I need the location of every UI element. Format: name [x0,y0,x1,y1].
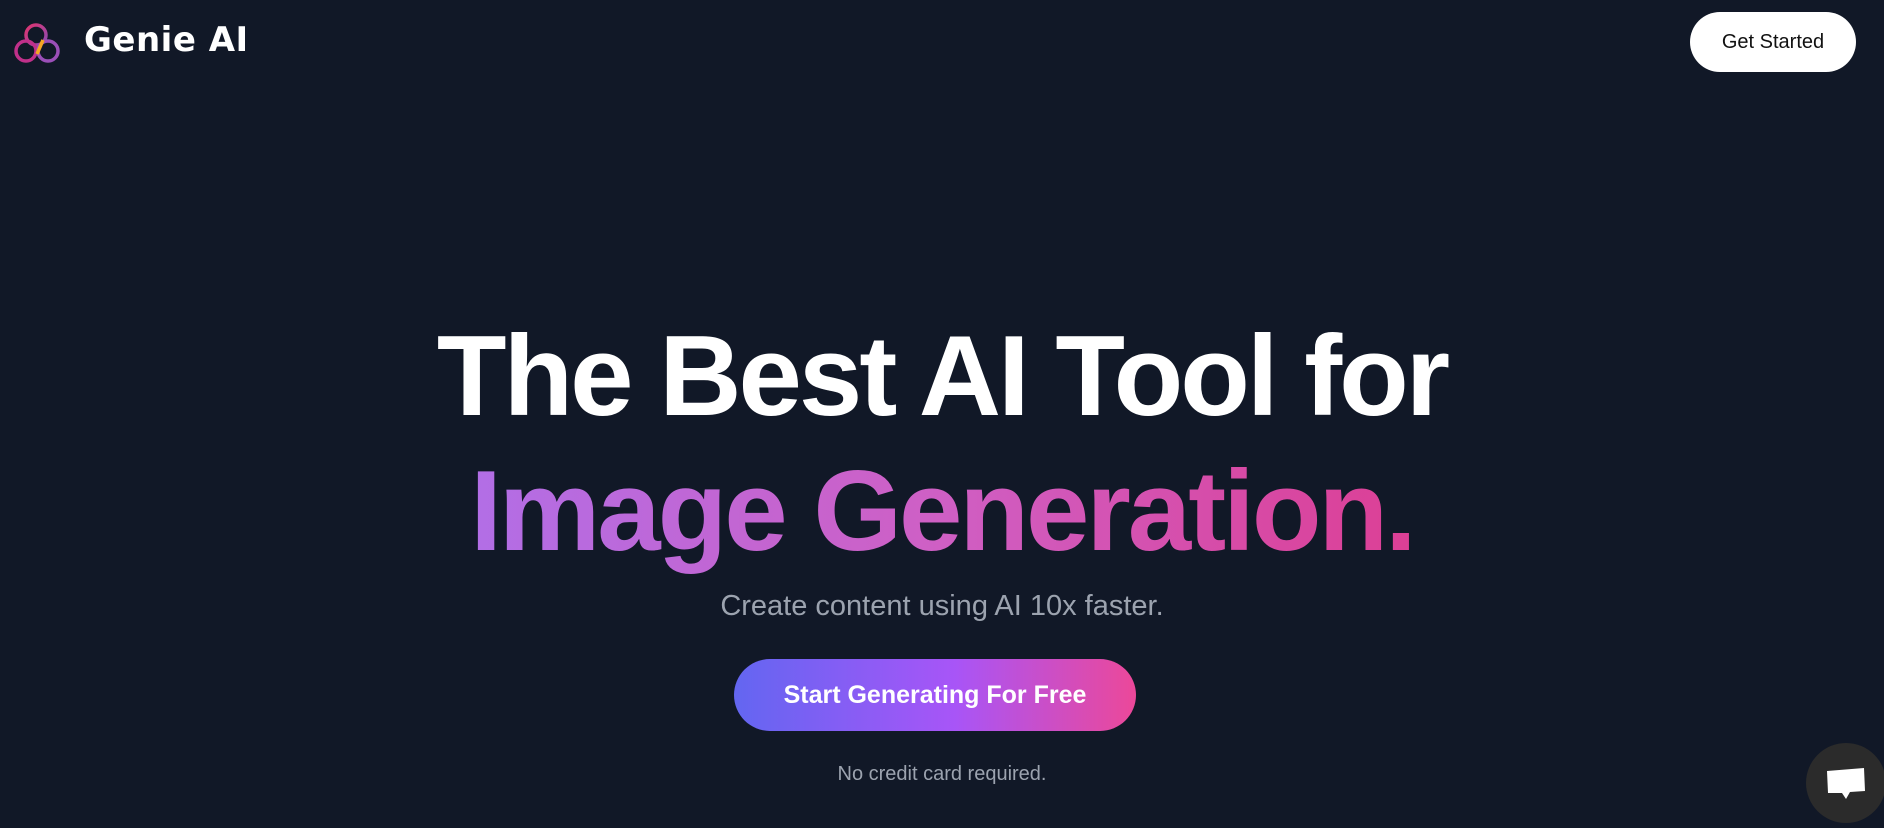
chat-widget-button[interactable] [1806,743,1884,823]
start-generating-button[interactable]: Start Generating For Free [734,659,1136,731]
genie-ai-logo-icon [14,23,60,63]
headline-line-1: The Best AI Tool for [436,313,1450,440]
chat-bubble-icon [1827,768,1865,799]
get-started-button[interactable]: Get Started [1690,12,1856,72]
logo[interactable] [12,18,62,68]
no-credit-card-note: No credit card required. [837,763,1047,785]
brand-name[interactable]: Genie AI [84,20,249,60]
subtitle: Create content using AI 10x faster. [720,590,1164,622]
headline-line-2: Image Generation. [0,447,1884,577]
headline-gradient-text: Image Generation. [470,448,1417,575]
